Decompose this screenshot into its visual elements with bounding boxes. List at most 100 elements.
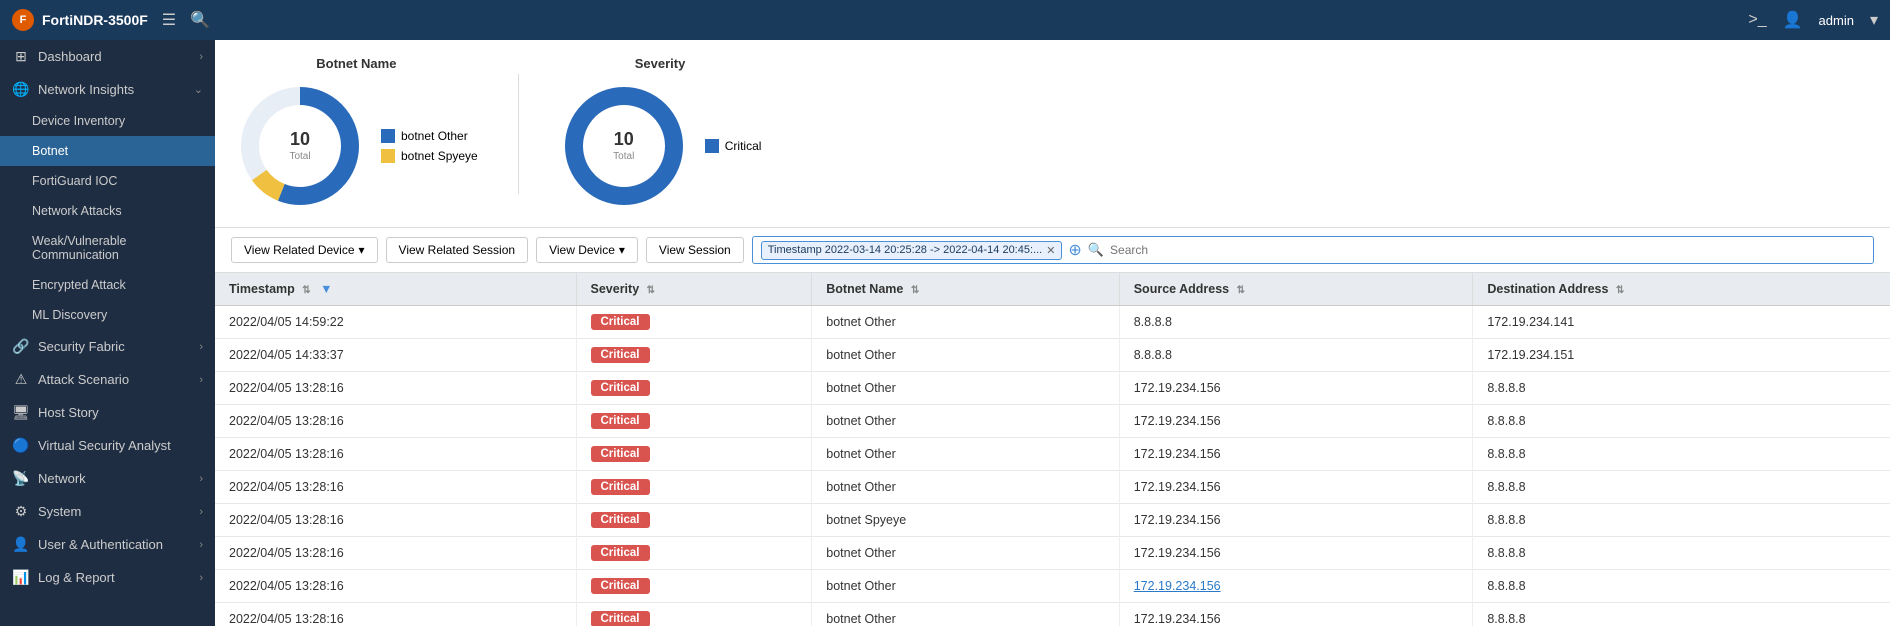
cell-botnet-name: botnet Other	[812, 405, 1119, 438]
legend-swatch-other	[381, 129, 395, 143]
table-row: 2022/04/05 14:33:37 Critical botnet Othe…	[215, 339, 1890, 372]
cell-botnet-name: botnet Other	[812, 603, 1119, 626]
filter-tag-close[interactable]: ✕	[1046, 244, 1055, 257]
user-icon[interactable]: 👤	[1783, 10, 1803, 30]
view-related-session-label: View Related Session	[399, 243, 516, 257]
cell-source[interactable]: 172.19.234.156	[1119, 570, 1473, 603]
sidebar-label-network: Network	[38, 471, 86, 486]
sidebar: ⊞ Dashboard › 🌐 Network Insights ⌄ Devic…	[0, 40, 215, 626]
sidebar-item-host-story[interactable]: 🖥 Host Story	[0, 396, 215, 429]
sidebar-item-fortiguard-ioc[interactable]: FortiGuard IOC	[0, 166, 215, 196]
cell-timestamp: 2022/04/05 14:33:37	[215, 339, 576, 372]
sidebar-item-weak-vulnerable[interactable]: Weak/Vulnerable Communication	[0, 226, 215, 270]
cell-dest: 8.8.8.8	[1473, 537, 1890, 570]
cell-timestamp: 2022/04/05 13:28:16	[215, 438, 576, 471]
botnet-donut-label: 10 Total	[289, 129, 310, 163]
cell-timestamp: 2022/04/05 13:28:16	[215, 504, 576, 537]
topbar-left: F FortiNDR-3500F ☰ 🔍	[12, 9, 210, 31]
cell-severity: Critical	[576, 372, 812, 405]
severity-legend: Critical	[705, 139, 762, 153]
sidebar-item-botnet[interactable]: Botnet	[0, 136, 215, 166]
view-device-button[interactable]: View Device ▾	[536, 237, 638, 263]
main-layout: ⊞ Dashboard › 🌐 Network Insights ⌄ Devic…	[0, 40, 1890, 626]
view-related-device-button[interactable]: View Related Device ▾	[231, 237, 378, 263]
cell-timestamp: 2022/04/05 13:28:16	[215, 537, 576, 570]
filter-search-input[interactable]	[1110, 243, 1865, 257]
view-device-label: View Device	[549, 243, 615, 257]
botnet-donut: 10 Total	[235, 81, 365, 211]
legend-item-critical: Critical	[705, 139, 762, 153]
log-report-icon: 📊	[12, 569, 30, 586]
cell-timestamp: 2022/04/05 13:28:16	[215, 471, 576, 504]
cell-severity: Critical	[576, 504, 812, 537]
sidebar-item-device-inventory[interactable]: Device Inventory	[0, 106, 215, 136]
virtual-analyst-icon: 🔵	[12, 437, 30, 454]
network-insights-icon: 🌐	[12, 81, 30, 98]
sidebar-item-ml-discovery[interactable]: ML Discovery	[0, 300, 215, 330]
table-row: 2022/04/05 13:28:16 Critical botnet Othe…	[215, 537, 1890, 570]
source-link[interactable]: 172.19.234.156	[1134, 579, 1221, 593]
cell-dest: 8.8.8.8	[1473, 471, 1890, 504]
sidebar-item-log-report[interactable]: 📊 Log & Report ›	[0, 561, 215, 594]
sidebar-label-virtual-analyst: Virtual Security Analyst	[38, 438, 171, 453]
sidebar-item-network[interactable]: 📡 Network ›	[0, 462, 215, 495]
filter-icon-timestamp[interactable]: ▼	[320, 282, 332, 296]
sort-icon-dest[interactable]: ⇅	[1616, 285, 1624, 296]
cell-source: 172.19.234.156	[1119, 471, 1473, 504]
severity-badge: Critical	[591, 380, 650, 396]
dropdown-arrow-icon: ▾	[359, 243, 365, 257]
sort-icon-botnet[interactable]: ⇅	[911, 285, 919, 296]
chevron-down-icon: ⌄	[194, 83, 203, 96]
chevron-right-icon: ›	[199, 572, 203, 584]
sidebar-item-encrypted-attack[interactable]: Encrypted Attack	[0, 270, 215, 300]
sidebar-item-dashboard[interactable]: ⊞ Dashboard ›	[0, 40, 215, 73]
severity-badge: Critical	[591, 611, 650, 626]
cell-botnet-name: botnet Other	[812, 570, 1119, 603]
cell-timestamp: 2022/04/05 13:28:16	[215, 603, 576, 626]
menu-icon[interactable]: ☰	[162, 10, 176, 30]
sort-icon-source[interactable]: ⇅	[1237, 285, 1245, 296]
sidebar-item-user-auth[interactable]: 👤 User & Authentication ›	[0, 528, 215, 561]
sidebar-label-botnet: Botnet	[32, 144, 68, 158]
chevron-right-icon: ›	[199, 473, 203, 485]
user-label: admin	[1819, 13, 1854, 28]
cell-botnet-name: botnet Spyeye	[812, 504, 1119, 537]
dropdown-arrow-icon2: ▾	[619, 243, 625, 257]
table-row: 2022/04/05 13:28:16 Critical botnet Othe…	[215, 570, 1890, 603]
severity-donut: 10 Total	[559, 81, 689, 211]
col-timestamp: Timestamp ⇅ ▼	[215, 273, 576, 306]
sidebar-item-security-fabric[interactable]: 🔗 Security Fabric ›	[0, 330, 215, 363]
severity-chart-title: Severity	[559, 56, 762, 71]
botnet-total: 10	[290, 129, 310, 149]
sidebar-item-system[interactable]: ⚙ System ›	[0, 495, 215, 528]
severity-donut-label: 10 Total	[613, 129, 634, 163]
search-icon[interactable]: 🔍	[190, 10, 210, 30]
content-area: Botnet Name 1	[215, 40, 1890, 626]
sidebar-item-attack-scenario[interactable]: ⚠ Attack Scenario ›	[0, 363, 215, 396]
botnet-name-chart: Botnet Name 1	[235, 56, 478, 211]
legend-label-critical: Critical	[725, 139, 762, 153]
severity-badge: Critical	[591, 578, 650, 594]
severity-badge: Critical	[591, 512, 650, 528]
filter-tag[interactable]: Timestamp 2022-03-14 20:25:28 -> 2022-04…	[761, 241, 1063, 260]
legend-label-spyeye: botnet Spyeye	[401, 149, 478, 163]
legend-item-other: botnet Other	[381, 129, 478, 143]
terminal-icon[interactable]: >_	[1748, 11, 1766, 29]
cell-source: 172.19.234.156	[1119, 372, 1473, 405]
chevron-down-icon[interactable]: ▾	[1870, 10, 1878, 30]
sidebar-item-network-insights[interactable]: 🌐 Network Insights ⌄	[0, 73, 215, 106]
sort-icon-severity[interactable]: ⇅	[647, 285, 655, 296]
sidebar-label-system: System	[38, 504, 81, 519]
table-row: 2022/04/05 13:28:16 Critical botnet Othe…	[215, 438, 1890, 471]
sidebar-label-security-fabric: Security Fabric	[38, 339, 125, 354]
filter-add-icon[interactable]: ⊕	[1068, 240, 1081, 260]
view-session-button[interactable]: View Session	[646, 237, 744, 263]
cell-severity: Critical	[576, 339, 812, 372]
sidebar-item-virtual-security-analyst[interactable]: 🔵 Virtual Security Analyst	[0, 429, 215, 462]
sort-icon-timestamp[interactable]: ⇅	[302, 285, 310, 296]
cell-severity: Critical	[576, 306, 812, 339]
sidebar-item-network-attacks[interactable]: Network Attacks	[0, 196, 215, 226]
view-related-session-button[interactable]: View Related Session	[386, 237, 529, 263]
cell-severity: Critical	[576, 570, 812, 603]
table-row: 2022/04/05 13:28:16 Critical botnet Othe…	[215, 372, 1890, 405]
